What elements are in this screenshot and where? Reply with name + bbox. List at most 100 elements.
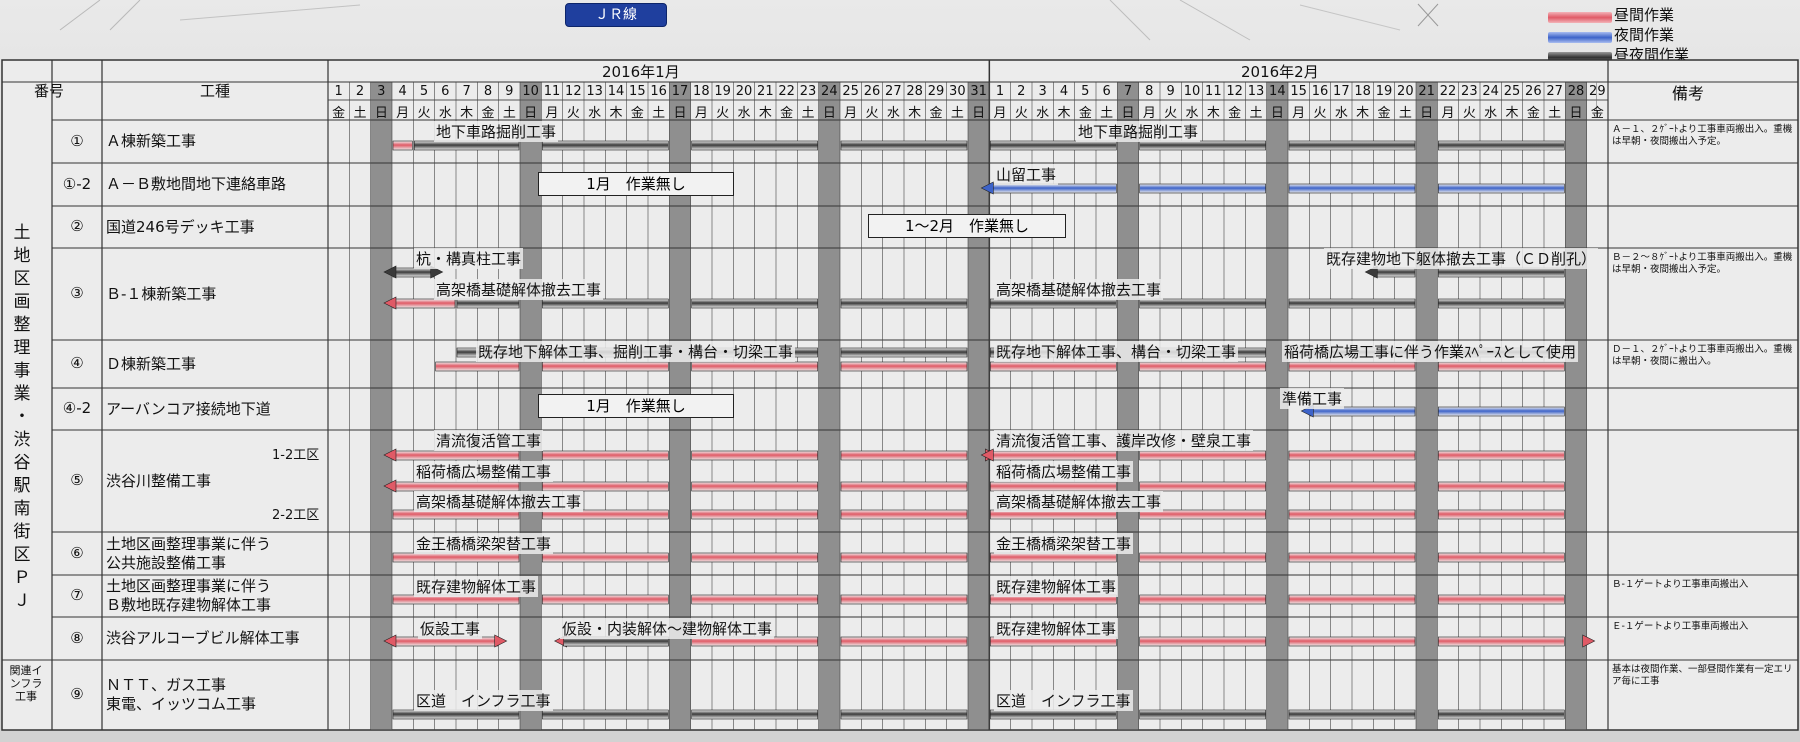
bar-day-segment bbox=[1139, 481, 1266, 492]
bar-day-segment bbox=[990, 361, 1117, 372]
task-label: 金王橋橋梁架替工事 bbox=[994, 533, 1134, 554]
bar-both-segment bbox=[1438, 140, 1565, 151]
bar-day-segment bbox=[1438, 552, 1565, 563]
bar-day-segment bbox=[1438, 450, 1565, 461]
bar-day-segment bbox=[691, 552, 818, 563]
bar-both-segment bbox=[1438, 298, 1565, 309]
bar-day-segment bbox=[1139, 594, 1266, 605]
task-label: 既存建物地下躯体撤去工事（ＣＤ削孔） bbox=[1324, 248, 1599, 269]
bar-day-segment bbox=[840, 552, 968, 563]
task-label: 高架橋基礎解体撤去工事 bbox=[414, 491, 584, 512]
schedule-bars bbox=[383, 140, 1596, 720]
task-label: 区道 インフラ工事 bbox=[414, 690, 553, 711]
task-label: 稲荷橋広場整備工事 bbox=[414, 461, 554, 482]
bar-day-segment bbox=[1139, 450, 1266, 461]
task-label: 稲荷橋広場工事に伴う作業ｽﾍﾟｰｽとして使用 bbox=[1282, 341, 1579, 362]
task-label: 山留工事 bbox=[994, 164, 1059, 185]
bar-day-segment bbox=[542, 450, 669, 461]
task-label: 仮設工事 bbox=[418, 618, 483, 639]
bar-day-segment bbox=[840, 481, 968, 492]
bar-day-segment bbox=[392, 140, 413, 151]
bar-day-segment bbox=[1438, 509, 1565, 520]
bar-day-segment bbox=[392, 298, 456, 309]
task-label: 金王橋橋梁架替工事 bbox=[414, 533, 554, 554]
bar-day-segment bbox=[1139, 361, 1266, 372]
bar-day-segment bbox=[691, 481, 818, 492]
schedule-board: ＪＲ線 昼間作業 夜間作業 昼夜間作業 番号 工種 備考 2016年1月 201… bbox=[0, 0, 1800, 742]
bar-day-segment bbox=[691, 594, 818, 605]
bar-both-segment bbox=[691, 709, 818, 720]
bar-day-segment bbox=[840, 361, 968, 372]
bar-both-segment bbox=[542, 709, 669, 720]
task-label: 清流復活管工事、護岸改修・壁泉工事 bbox=[994, 430, 1254, 451]
bar-both-segment bbox=[1288, 709, 1416, 720]
task-label: 高架橋基礎解体撤去工事 bbox=[434, 279, 604, 300]
task-label: 地下車路掘削工事 bbox=[434, 121, 559, 142]
task-label: 稲荷橋広場整備工事 bbox=[994, 461, 1134, 482]
bar-night-segment bbox=[1438, 183, 1565, 194]
bar-night-segment bbox=[1139, 183, 1266, 194]
bar-day-segment bbox=[1139, 552, 1266, 563]
bar-day-segment bbox=[990, 552, 1117, 563]
bar-both-segment bbox=[1374, 267, 1416, 278]
bar-day-segment bbox=[840, 594, 968, 605]
bar-night-segment bbox=[1288, 183, 1416, 194]
bar-day-segment bbox=[1288, 361, 1416, 372]
bar-day-segment bbox=[1438, 636, 1565, 647]
bar-both-segment bbox=[840, 709, 968, 720]
bar-both-segment bbox=[1139, 140, 1266, 151]
task-label: 既存建物解体工事 bbox=[994, 576, 1119, 597]
bar-day-segment bbox=[1438, 594, 1565, 605]
bar-both-segment bbox=[691, 298, 818, 309]
bar-day-segment bbox=[691, 361, 818, 372]
bar-both-segment bbox=[840, 298, 968, 309]
bar-both-segment bbox=[456, 298, 520, 309]
bar-both-segment bbox=[542, 140, 669, 151]
bar-both-segment bbox=[392, 267, 434, 278]
task-label: 清流復活管工事 bbox=[434, 430, 544, 451]
bar-arrow-right bbox=[494, 634, 508, 648]
bar-both-segment bbox=[1288, 298, 1416, 309]
task-label: 区道 インフラ工事 bbox=[994, 690, 1133, 711]
bar-day-segment bbox=[435, 361, 520, 372]
task-label: 準備工事 bbox=[1280, 388, 1345, 409]
bar-day-segment bbox=[990, 481, 1117, 492]
task-label: 既存建物解体工事 bbox=[414, 576, 539, 597]
bar-day-segment bbox=[691, 509, 818, 520]
bar-day-segment bbox=[1438, 481, 1565, 492]
bar-both-segment bbox=[840, 140, 968, 151]
task-label: 既存地下解体工事、掘削工事・構台・切梁工事 bbox=[476, 341, 796, 362]
bar-both-segment bbox=[392, 709, 520, 720]
task-label: 杭・構真柱工事 bbox=[414, 248, 524, 269]
bar-day-segment bbox=[990, 450, 1117, 461]
bar-both-segment bbox=[1438, 709, 1565, 720]
bar-both-segment bbox=[990, 298, 1117, 309]
bar-day-segment bbox=[840, 509, 968, 520]
bar-day-segment bbox=[1288, 636, 1416, 647]
bar-day-segment bbox=[542, 361, 669, 372]
bar-day-segment bbox=[1438, 361, 1565, 372]
bar-day-segment bbox=[840, 636, 968, 647]
task-label: 高架橋基礎解体撤去工事 bbox=[994, 491, 1164, 512]
bar-day-segment bbox=[691, 450, 818, 461]
bar-both-segment bbox=[990, 709, 1117, 720]
bar-both-segment bbox=[414, 140, 520, 151]
task-label: 既存建物解体工事 bbox=[994, 618, 1119, 639]
bar-arrow-left bbox=[980, 181, 994, 195]
bar-day-segment bbox=[840, 450, 968, 461]
task-label: 仮設・内装解体～建物解体工事 bbox=[560, 618, 775, 639]
bar-day-segment bbox=[542, 552, 669, 563]
bar-both-segment bbox=[1288, 140, 1416, 151]
bar-arrow-left bbox=[383, 634, 397, 648]
task-label: 地下車路掘削工事 bbox=[1076, 121, 1201, 142]
bar-day-segment bbox=[1288, 594, 1416, 605]
bar-both-segment bbox=[1139, 298, 1266, 309]
bar-day-segment bbox=[392, 552, 520, 563]
bar-both-segment bbox=[1438, 267, 1565, 278]
bar-both-segment bbox=[1139, 709, 1266, 720]
bar-both-segment bbox=[691, 140, 818, 151]
task-label: 高架橋基礎解体撤去工事 bbox=[994, 279, 1164, 300]
bar-day-segment bbox=[1288, 450, 1416, 461]
bar-arrow-left bbox=[383, 479, 397, 493]
bar-day-segment bbox=[1288, 481, 1416, 492]
